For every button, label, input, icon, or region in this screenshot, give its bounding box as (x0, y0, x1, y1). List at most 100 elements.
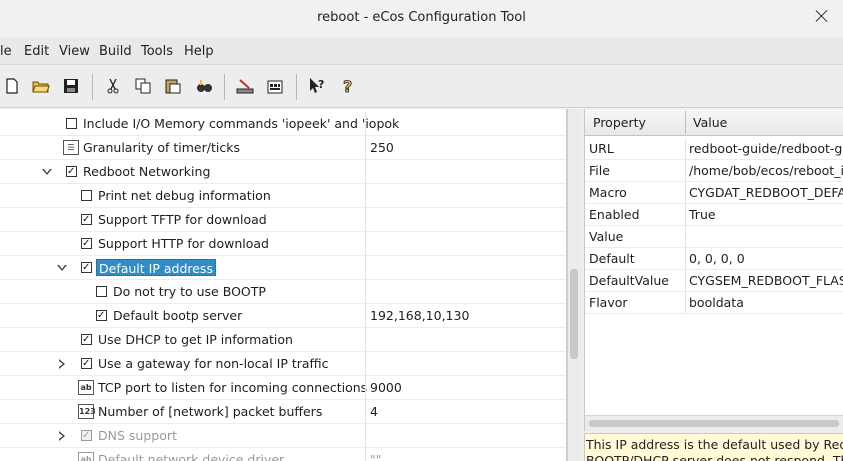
value-text: 192,168,10,130 (370, 308, 470, 323)
new-icon[interactable] (2, 76, 22, 96)
menu-tools[interactable]: Tools (141, 44, 173, 59)
value-cell[interactable] (365, 424, 566, 447)
property-row[interactable]: File /home/bob/ecos/reboot_ins (585, 160, 843, 182)
tree-row[interactable]: ab TCP port to listen for incoming conne… (0, 376, 566, 400)
tree-row[interactable]: Default bootp server 192,168,10,130 (0, 304, 566, 328)
column-divider[interactable] (685, 111, 686, 134)
tree-item-label: Granularity of timer/ticks (83, 140, 240, 155)
menu-view[interactable]: View (59, 44, 90, 59)
collapse-icon[interactable] (41, 166, 53, 178)
whats-this-icon[interactable]: ? (307, 76, 327, 96)
copy-icon[interactable] (133, 76, 153, 96)
tree-scrollbar[interactable] (567, 109, 581, 461)
checkbox[interactable] (81, 430, 92, 441)
value-cell[interactable]: 192,168,10,130 (365, 304, 566, 327)
menu-file[interactable]: le (0, 44, 12, 59)
checkbox[interactable] (81, 214, 92, 225)
cell-divider (685, 270, 686, 291)
value-cell[interactable]: 4 (365, 400, 566, 423)
collapse-icon[interactable] (56, 262, 68, 274)
cell-divider (685, 248, 686, 269)
tree-row[interactable]: DNS support (0, 424, 566, 448)
tree-item-label: Number of [network] packet buffers (98, 404, 323, 419)
checkbox[interactable] (81, 358, 92, 369)
tree-row[interactable]: Do not try to use BOOTP (0, 280, 566, 304)
property-row[interactable]: Value (585, 226, 843, 248)
value-cell[interactable] (365, 112, 566, 135)
tree-row[interactable]: Support TFTP for download (0, 208, 566, 232)
expand-icon[interactable] (56, 430, 68, 442)
checkbox[interactable] (81, 190, 92, 201)
text-field-icon: ab (78, 380, 94, 395)
close-icon[interactable] (815, 9, 829, 23)
value-cell[interactable] (365, 184, 566, 207)
paste-icon[interactable] (163, 76, 183, 96)
tree-row-selected[interactable]: Default IP address (0, 256, 566, 280)
menu-build[interactable]: Build (99, 44, 132, 59)
tree-row[interactable]: Redboot Networking (0, 160, 566, 184)
properties-header: Property Value (585, 109, 843, 136)
checkbox[interactable] (81, 262, 92, 273)
value-cell[interactable]: 9000 (365, 376, 566, 399)
property-row[interactable]: Macro CYGDAT_REDBOOT_DEFAUL (585, 182, 843, 204)
tree-item-label: Redboot Networking (83, 164, 211, 179)
property-key: Default (589, 251, 635, 266)
expand-icon[interactable] (56, 358, 68, 370)
scrollbar-thumb[interactable] (589, 420, 839, 427)
find-icon[interactable] (194, 76, 214, 96)
column-header-value[interactable]: Value (693, 115, 727, 130)
value-cell[interactable]: "" (365, 448, 566, 461)
svg-text:?: ? (343, 77, 352, 95)
property-row[interactable]: URL redboot-guide/redboot-guid (585, 138, 843, 160)
menu-help[interactable]: Help (184, 44, 214, 59)
tree-item-label: Default IP address (96, 259, 216, 276)
value-cell[interactable] (365, 280, 566, 303)
tree-item-label: Default network device driver (98, 452, 285, 461)
tree-row[interactable]: 123 Number of [network] packet buffers 4 (0, 400, 566, 424)
property-row[interactable]: Default 0, 0, 0, 0 (585, 248, 843, 270)
checkbox[interactable] (96, 286, 107, 297)
value-cell[interactable]: 250 (365, 136, 566, 159)
checkbox[interactable] (66, 118, 77, 129)
save-icon[interactable] (61, 76, 81, 96)
value-cell[interactable] (365, 232, 566, 255)
value-cell[interactable] (365, 328, 566, 351)
value-cell[interactable] (365, 160, 566, 183)
value-text: "" (370, 452, 382, 461)
tree-row[interactable]: Support HTTP for download (0, 232, 566, 256)
tree-row[interactable]: Print net debug information (0, 184, 566, 208)
open-icon[interactable] (31, 76, 51, 96)
properties-hscrollbar[interactable] (585, 415, 843, 431)
tree-row[interactable]: Include I/O Memory commands 'iopeek' and… (0, 112, 566, 136)
property-row[interactable]: Enabled True (585, 204, 843, 226)
checkbox[interactable] (81, 238, 92, 249)
checkbox[interactable] (66, 166, 77, 177)
checkbox[interactable] (81, 334, 92, 345)
value-text: 250 (370, 140, 394, 155)
tree-item-label: TCP port to listen for incoming connecti… (98, 380, 368, 395)
help-icon[interactable]: ? (338, 76, 358, 96)
value-cell[interactable] (365, 352, 566, 375)
property-row[interactable]: Flavor booldata (585, 292, 843, 314)
property-value: True (689, 207, 716, 222)
list-icon: ☰ (63, 140, 79, 155)
tree-item-label: Use DHCP to get IP information (98, 332, 293, 347)
property-row[interactable]: DefaultValue CYGSEM_REDBOOT_FLASH_ (585, 270, 843, 292)
cut-icon[interactable] (103, 76, 123, 96)
title-bar: reboot - eCos Configuration Tool (0, 0, 843, 38)
column-header-property[interactable]: Property (593, 115, 646, 130)
value-cell[interactable] (365, 208, 566, 231)
menu-edit[interactable]: Edit (24, 44, 49, 59)
cell-divider (685, 160, 686, 181)
package-icon[interactable] (265, 76, 285, 96)
tree-row[interactable]: ☰ Granularity of timer/ticks 250 (0, 136, 566, 160)
tree-row[interactable]: ab Default network device driver "" (0, 448, 566, 461)
value-cell[interactable] (365, 256, 566, 279)
scrollbar-thumb[interactable] (570, 269, 578, 359)
cell-divider (685, 182, 686, 203)
build-icon[interactable] (235, 76, 255, 96)
tree-row[interactable]: Use a gateway for non-local IP traffic (0, 352, 566, 376)
tree-row[interactable]: Use DHCP to get IP information (0, 328, 566, 352)
checkbox[interactable] (96, 310, 107, 321)
svg-text:?: ? (318, 78, 324, 91)
